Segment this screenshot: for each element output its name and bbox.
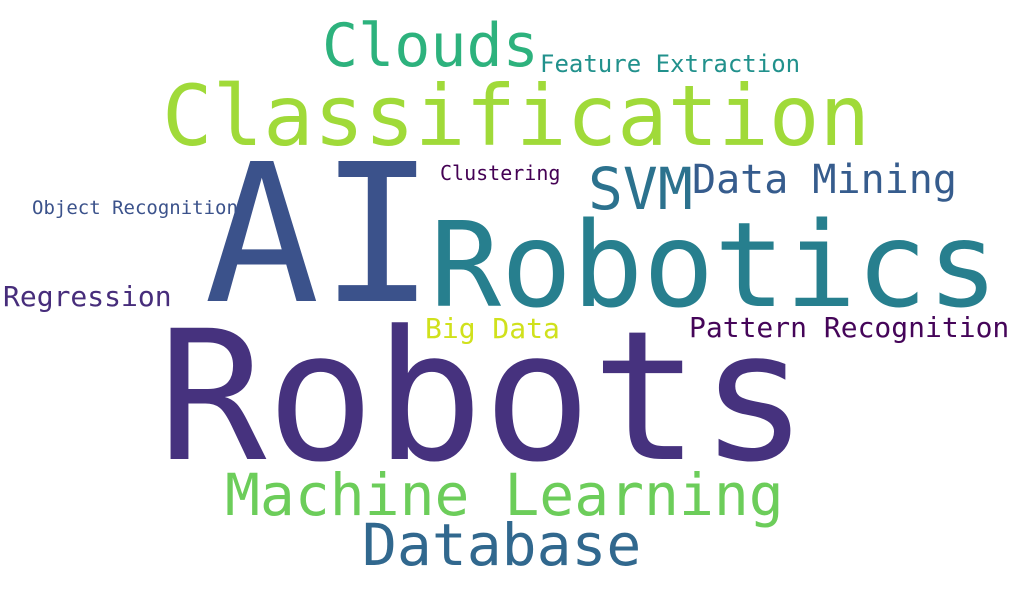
word-big-data: Big Data — [425, 312, 560, 345]
word-classification: Classification — [162, 67, 871, 165]
word-pattern-recognition: Pattern Recognition — [689, 311, 1010, 344]
word-feature-extraction: Feature Extraction — [540, 50, 801, 78]
word-object-recognition: Object Recognition — [32, 197, 238, 219]
word-clouds: Clouds — [322, 11, 539, 81]
word-cloud: Robots AI Robotics Classification Clouds… — [0, 0, 1024, 592]
word-regression: Regression — [3, 280, 172, 313]
word-clustering: Clustering — [440, 161, 561, 185]
word-data-mining: Data Mining — [692, 157, 957, 203]
word-database: Database — [362, 511, 642, 579]
word-robotics: Robotics — [430, 196, 999, 334]
word-ai: AI — [204, 124, 436, 347]
word-svm: SVM — [588, 155, 693, 223]
